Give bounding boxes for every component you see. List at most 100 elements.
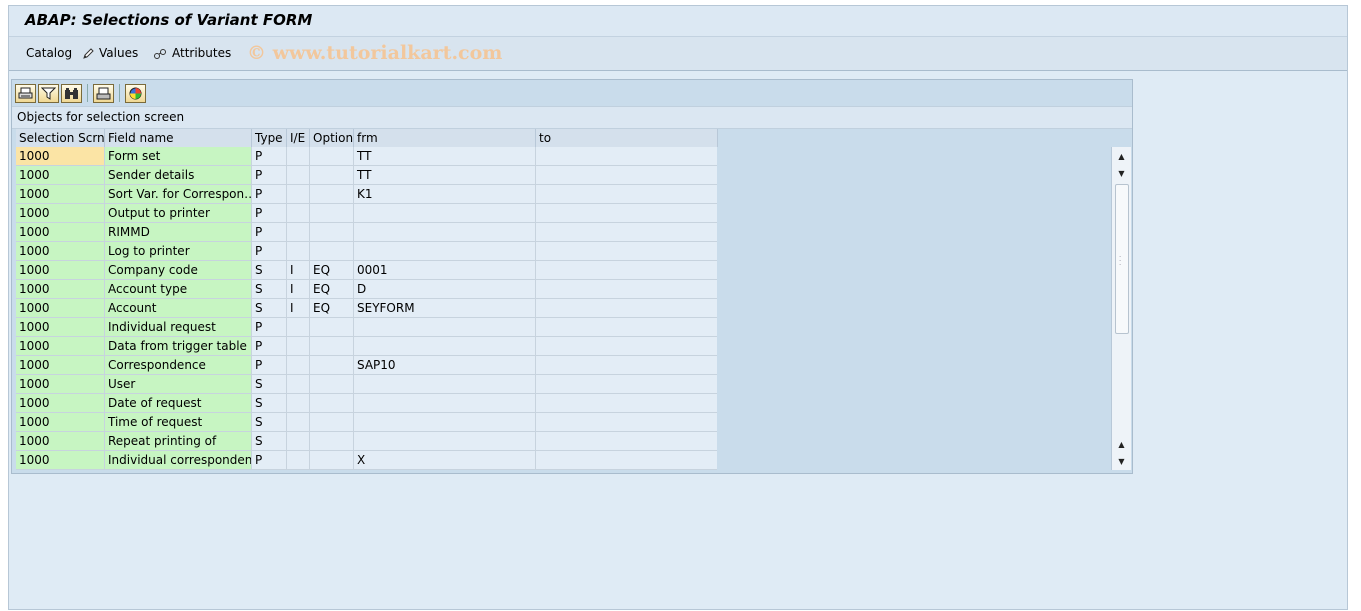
- selection-scrns-cell[interactable]: 1000: [16, 204, 105, 223]
- type-cell[interactable]: P: [252, 356, 287, 375]
- ie-cell[interactable]: I: [287, 299, 310, 318]
- print-button[interactable]: [93, 83, 114, 103]
- frm-cell[interactable]: [354, 223, 536, 242]
- print-preview-button[interactable]: [15, 83, 36, 103]
- to-cell[interactable]: [536, 185, 718, 204]
- option-cell[interactable]: EQ: [310, 261, 354, 280]
- column-header-selection-scrns[interactable]: Selection Scrns: [16, 129, 105, 147]
- ie-cell[interactable]: [287, 242, 310, 261]
- to-cell[interactable]: [536, 299, 718, 318]
- frm-cell[interactable]: [354, 337, 536, 356]
- ie-cell[interactable]: [287, 223, 310, 242]
- field-name-cell[interactable]: Individual request: [105, 318, 252, 337]
- layout-button[interactable]: [125, 83, 146, 103]
- type-cell[interactable]: S: [252, 413, 287, 432]
- field-name-cell[interactable]: Individual corresponden…: [105, 451, 252, 470]
- type-cell[interactable]: P: [252, 147, 287, 166]
- type-cell[interactable]: S: [252, 280, 287, 299]
- selection-scrns-cell[interactable]: 1000: [16, 299, 105, 318]
- selection-scrns-cell[interactable]: 1000: [16, 318, 105, 337]
- field-name-cell[interactable]: Correspondence: [105, 356, 252, 375]
- type-cell[interactable]: S: [252, 432, 287, 451]
- column-header-type[interactable]: Type: [252, 129, 287, 147]
- field-name-cell[interactable]: Sender details: [105, 166, 252, 185]
- filter-button[interactable]: [38, 83, 59, 103]
- type-cell[interactable]: P: [252, 337, 287, 356]
- type-cell[interactable]: P: [252, 242, 287, 261]
- column-header-ie[interactable]: I/E: [287, 129, 310, 147]
- field-name-cell[interactable]: Date of request: [105, 394, 252, 413]
- selection-scrns-cell[interactable]: 1000: [16, 394, 105, 413]
- to-cell[interactable]: [536, 337, 718, 356]
- frm-cell[interactable]: 0001: [354, 261, 536, 280]
- selection-scrns-cell[interactable]: 1000: [16, 356, 105, 375]
- attributes-button[interactable]: Attributes: [153, 46, 231, 60]
- to-cell[interactable]: [536, 375, 718, 394]
- to-cell[interactable]: [536, 432, 718, 451]
- page-down-icon[interactable]: ▼: [1114, 454, 1129, 468]
- type-cell[interactable]: S: [252, 261, 287, 280]
- selection-scrns-cell[interactable]: 1000: [16, 432, 105, 451]
- selection-scrns-cell[interactable]: 1000: [16, 337, 105, 356]
- frm-cell[interactable]: [354, 413, 536, 432]
- ie-cell[interactable]: [287, 318, 310, 337]
- field-name-cell[interactable]: Account: [105, 299, 252, 318]
- selection-scrns-cell[interactable]: 1000: [16, 261, 105, 280]
- column-header-frm[interactable]: frm: [354, 129, 536, 147]
- option-cell[interactable]: [310, 318, 354, 337]
- field-name-cell[interactable]: Time of request: [105, 413, 252, 432]
- selection-scrns-cell[interactable]: 1000: [16, 223, 105, 242]
- to-cell[interactable]: [536, 413, 718, 432]
- field-name-cell[interactable]: Account type: [105, 280, 252, 299]
- selection-scrns-cell[interactable]: 1000: [16, 413, 105, 432]
- scroll-down-icon[interactable]: ▼: [1114, 166, 1129, 180]
- type-cell[interactable]: P: [252, 204, 287, 223]
- option-cell[interactable]: [310, 223, 354, 242]
- selection-scrns-cell[interactable]: 1000: [16, 451, 105, 470]
- selection-scrns-cell[interactable]: 1000: [16, 242, 105, 261]
- type-cell[interactable]: S: [252, 375, 287, 394]
- field-name-cell[interactable]: RIMMD: [105, 223, 252, 242]
- type-cell[interactable]: P: [252, 185, 287, 204]
- option-cell[interactable]: [310, 394, 354, 413]
- find-button[interactable]: [61, 83, 82, 103]
- option-cell[interactable]: [310, 337, 354, 356]
- frm-cell[interactable]: X: [354, 451, 536, 470]
- field-name-cell[interactable]: Form set: [105, 147, 252, 166]
- option-cell[interactable]: [310, 185, 354, 204]
- to-cell[interactable]: [536, 280, 718, 299]
- to-cell[interactable]: [536, 147, 718, 166]
- option-cell[interactable]: [310, 413, 354, 432]
- selection-scrns-cell[interactable]: 1000: [16, 147, 105, 166]
- type-cell[interactable]: S: [252, 394, 287, 413]
- column-header-to[interactable]: to: [536, 129, 718, 147]
- ie-cell[interactable]: [287, 166, 310, 185]
- option-cell[interactable]: [310, 147, 354, 166]
- frm-cell[interactable]: [354, 432, 536, 451]
- option-cell[interactable]: EQ: [310, 299, 354, 318]
- to-cell[interactable]: [536, 394, 718, 413]
- field-name-cell[interactable]: Data from trigger table: [105, 337, 252, 356]
- selection-scrns-cell[interactable]: 1000: [16, 166, 105, 185]
- frm-cell[interactable]: SEYFORM: [354, 299, 536, 318]
- scroll-up-icon[interactable]: ▲: [1114, 149, 1129, 163]
- ie-cell[interactable]: [287, 185, 310, 204]
- to-cell[interactable]: [536, 356, 718, 375]
- selection-scrns-cell[interactable]: 1000: [16, 280, 105, 299]
- type-cell[interactable]: P: [252, 166, 287, 185]
- ie-cell[interactable]: I: [287, 261, 310, 280]
- option-cell[interactable]: [310, 242, 354, 261]
- option-cell[interactable]: EQ: [310, 280, 354, 299]
- to-cell[interactable]: [536, 204, 718, 223]
- scroll-thumb[interactable]: · · ·: [1115, 184, 1129, 334]
- ie-cell[interactable]: [287, 356, 310, 375]
- ie-cell[interactable]: [287, 432, 310, 451]
- to-cell[interactable]: [536, 261, 718, 280]
- ie-cell[interactable]: [287, 413, 310, 432]
- frm-cell[interactable]: K1: [354, 185, 536, 204]
- option-cell[interactable]: [310, 204, 354, 223]
- frm-cell[interactable]: D: [354, 280, 536, 299]
- column-header-field-name[interactable]: Field name: [105, 129, 252, 147]
- to-cell[interactable]: [536, 451, 718, 470]
- values-button[interactable]: Values: [82, 46, 138, 60]
